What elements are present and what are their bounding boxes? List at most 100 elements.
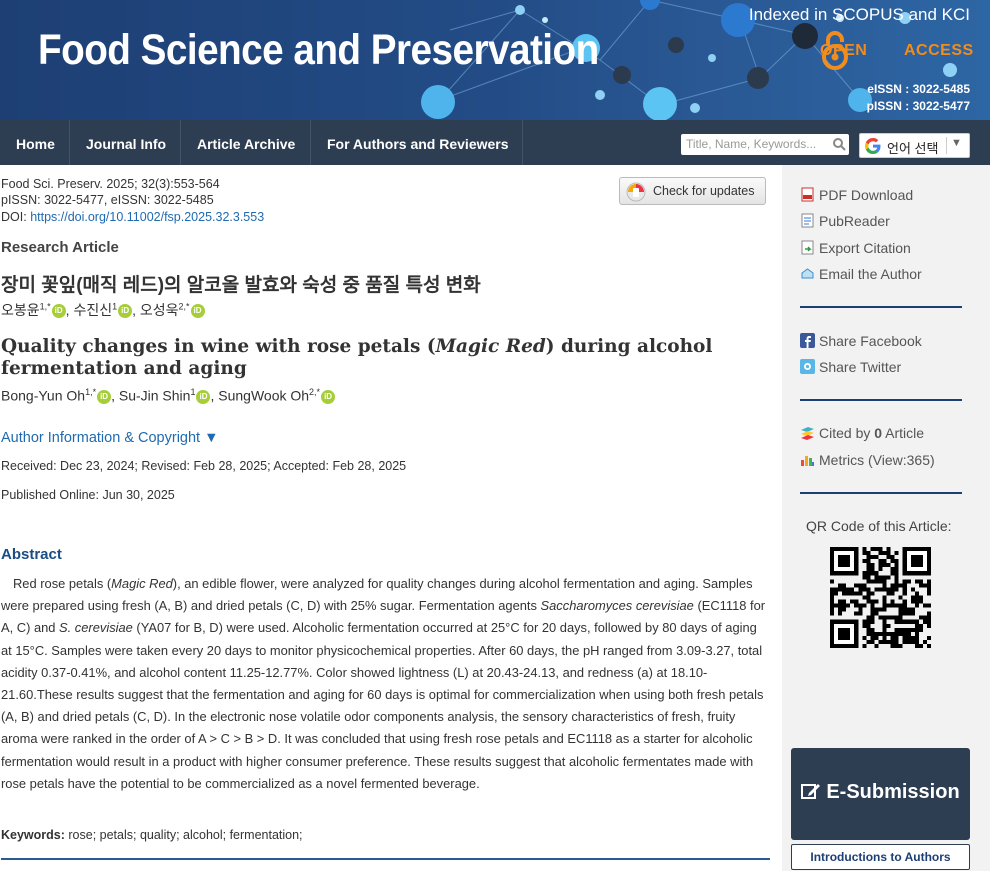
orcid-icon[interactable]: iD [190, 304, 205, 319]
author-affiliation-mark: 1 [190, 387, 196, 397]
e-submission-label: E-Submission [826, 781, 960, 803]
author-name[interactable]: 오봉윤 [1, 302, 40, 318]
pdf-icon [801, 187, 814, 202]
author-affiliation-mark: 2,* [309, 387, 321, 397]
abstract-body: Red rose petals (Magic Red), an edible f… [1, 573, 769, 795]
abstract-emphasis-2: Saccharomyces cerevisiae [540, 598, 694, 614]
cited-by-suffix: Article [882, 425, 925, 441]
sidebar-divider [800, 306, 962, 308]
abstract-emphasis-3: S. cerevisiae [59, 620, 133, 636]
orcid-icon[interactable]: iD [51, 304, 66, 319]
dropdown-arrow-icon: ▼ [951, 137, 962, 149]
title-en-part1: Quality changes in wine with rose petals… [1, 336, 436, 357]
email-author-label: Email the Author [819, 266, 922, 282]
qr-code-image [830, 547, 931, 648]
metrics-label: Metrics (View:365) [819, 452, 935, 468]
nav-journal-info[interactable]: Journal Info [70, 120, 181, 165]
check-for-updates-label: Check for updates [653, 184, 755, 198]
author-name[interactable]: SungWook Oh [218, 388, 309, 404]
author-affiliation-mark: 1,* [85, 387, 97, 397]
doi-link[interactable]: https://doi.org/10.11002/fsp.2025.32.3.5… [30, 210, 264, 224]
abstract-text-4: (YA07 for B, D) were used. Alcoholic fer… [1, 620, 764, 791]
article-dates: Received: Dec 23, 2024; Revised: Feb 28,… [1, 459, 407, 473]
e-submission-text: E-Submission [791, 781, 970, 804]
pubreader-icon [801, 213, 814, 228]
author-name[interactable]: 수진신 [73, 302, 112, 318]
edit-icon [801, 784, 821, 799]
author-separator: , [132, 302, 140, 318]
article-type: Research Article [1, 239, 119, 256]
keywords-label: Keywords: [1, 828, 65, 842]
article-title-english: Quality changes in wine with rose petals… [1, 336, 721, 380]
orcid-icon[interactable]: iD [196, 389, 211, 404]
pdf-download-label: PDF Download [819, 187, 914, 203]
title-en-emphasis: Magic Red [435, 336, 546, 357]
pubreader-link[interactable]: PubReader [800, 213, 890, 229]
pdf-download-link[interactable]: PDF Download [800, 187, 913, 203]
search-input[interactable]: Title, Name, Keywords... [681, 134, 849, 155]
author-name[interactable]: 오성욱 [140, 302, 179, 318]
pubreader-label: PubReader [819, 213, 890, 229]
indexed-notice: Indexed in SCOPUS and KCI [748, 5, 970, 24]
author-affiliation-mark: 1,* [39, 301, 51, 312]
search-icon[interactable] [832, 137, 846, 151]
sidebar-divider [800, 399, 962, 401]
open-access-text-right: ACCESS [904, 42, 974, 59]
journal-title[interactable]: Food Science and Preservation [38, 26, 599, 75]
email-author-link[interactable]: Email the Author [800, 266, 922, 282]
cited-by-count: 0 [874, 425, 883, 441]
share-facebook-label: Share Facebook [819, 333, 922, 349]
metrics-icon [801, 456, 814, 466]
citation-line: Food Sci. Preserv. 2025; 32(3):553-564 [1, 177, 220, 191]
author-separator: , [111, 387, 119, 404]
open-access-lock-icon [822, 31, 848, 70]
author-info-toggle[interactable]: Author Information & Copyright ▼ [1, 430, 218, 446]
doi-line: DOI: https://doi.org/10.11002/fsp.2025.3… [1, 210, 264, 224]
language-divider [946, 137, 947, 154]
share-facebook-link[interactable]: Share Facebook [800, 333, 922, 349]
keywords: Keywords: rose; petals; quality; alcohol… [1, 828, 303, 842]
orcid-icon[interactable]: iD [118, 304, 133, 319]
export-citation-link[interactable]: Export Citation [800, 240, 911, 256]
crossmark-icon [626, 182, 646, 202]
twitter-icon [800, 359, 815, 374]
language-select[interactable]: 언어 선택 ▼ [859, 133, 970, 158]
author-affiliation-mark: 1 [112, 301, 118, 312]
e-submission-button[interactable]: E-Submission [791, 748, 970, 840]
share-twitter-label: Share Twitter [819, 359, 902, 375]
abstract-heading: Abstract [1, 546, 62, 563]
sidebar-divider [800, 492, 962, 494]
check-for-updates-button[interactable]: Check for updates [619, 177, 766, 205]
export-icon [801, 240, 814, 255]
introductions-to-authors-button[interactable]: Introductions to Authors [791, 844, 970, 870]
metrics-link[interactable]: Metrics (View:365) [800, 452, 935, 468]
language-label: 언어 선택 [887, 141, 939, 156]
abstract-emphasis-1: Magic Red [111, 576, 173, 591]
crossref-icon [801, 427, 814, 440]
article-title-korean: 장미 꽃잎(매직 레드)의 알코올 발효와 숙성 중 품질 특성 변화 [1, 275, 481, 296]
google-icon [865, 138, 881, 154]
orcid-icon[interactable]: iD [321, 389, 336, 404]
abstract-text-1: Red rose petals ( [13, 576, 112, 591]
cited-by-prefix: Cited by [819, 425, 875, 441]
facebook-icon [800, 333, 815, 348]
export-citation-label: Export Citation [819, 240, 911, 256]
author-affiliation-mark: 2,* [178, 301, 190, 312]
nav-for-authors[interactable]: For Authors and Reviewers [311, 120, 523, 165]
authors-korean: 오봉윤1,* iD, 수진신1 iD, 오성욱2,* iD [1, 300, 205, 320]
author-name[interactable]: Bong-Yun Oh [1, 388, 85, 404]
nav-home[interactable]: Home [0, 120, 70, 165]
search-placeholder: Title, Name, Keywords... [686, 137, 817, 151]
email-icon [801, 268, 814, 279]
introductions-to-authors-label: Introductions to Authors [810, 850, 951, 864]
share-twitter-link[interactable]: Share Twitter [800, 359, 901, 375]
orcid-icon[interactable]: iD [97, 389, 112, 404]
qr-code-label: QR Code of this Article: [806, 518, 952, 534]
nav-article-archive[interactable]: Article Archive [181, 120, 311, 165]
issn-line: pISSN: 3022-5477, eISSN: 3022-5485 [1, 193, 214, 207]
published-online: Published Online: Jun 30, 2025 [1, 488, 175, 502]
author-name[interactable]: Su-Jin Shin [119, 388, 191, 404]
cited-by-link[interactable]: Cited by 0 Article [800, 425, 924, 441]
section-divider [1, 858, 770, 860]
eissn: eISSN : 3022-5485 [867, 82, 970, 96]
